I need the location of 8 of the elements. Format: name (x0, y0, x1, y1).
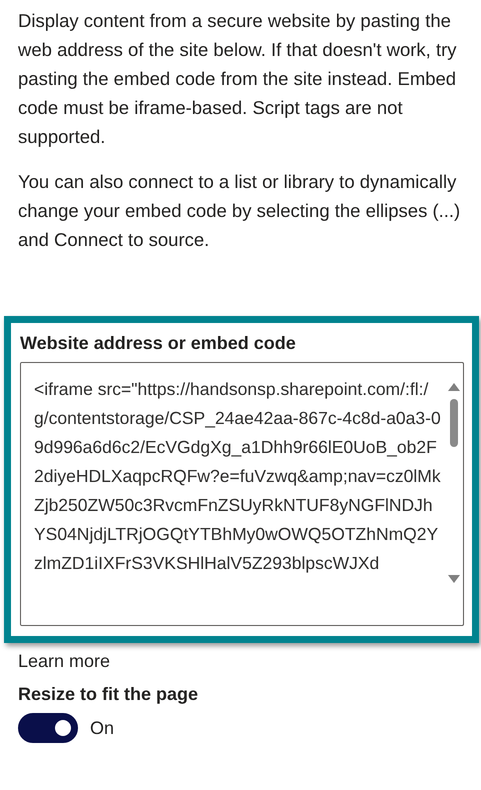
toggle-state-text: On (90, 718, 114, 738)
description-text: Display content from a secure website by pasting the web address of the site below. If that doesn't work, try pasting the embed code from the site instead. Embed code must be iframe-based. Script tags are not supported. (18, 9, 458, 149)
description-text: You can also connect to a list or library to dynamically change your embed code by selecting the ellipses (...) and Connect to source. (18, 170, 462, 252)
field-label: Website address or embed code (20, 333, 297, 354)
toggle-switch[interactable] (18, 713, 78, 743)
resize-label: Resize to fit the page (18, 684, 200, 705)
learn-more-link[interactable]: Learn more (18, 651, 471, 672)
embed-code-field[interactable]: <iframe src="https://handsonsp.sharepoint.com/:fl:/g/contentstorage/CSP_24ae42aa-867c-4c8d-a0a3-09d996a6d6c2/EcVGdgXg_a1Dhh9r66lE0UoB_ob2F2diyeHDLXaqpcRQFw?e=fuVzwq&amp;nav=cz0lMkZjb250ZW50c3RvcmFnZSUyRkNTUF8yNGFlNDJhYS04NjdjLTRjOGQtYTBhMy0wOWQ5OTZhNmQ2YzlmZD1iIXFrS3VKSHlHalV5Z293blpscWJXd (20, 362, 464, 626)
